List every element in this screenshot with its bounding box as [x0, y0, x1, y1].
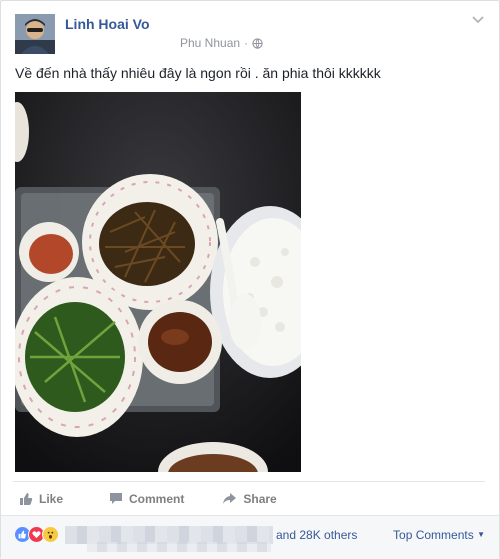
reactions-bar: and 28K others Top Comments ▼ — [1, 515, 499, 559]
post-photo[interactable] — [15, 92, 301, 472]
thumbs-up-icon — [20, 492, 33, 505]
chevron-down-icon[interactable] — [471, 15, 485, 25]
top-comments-label: Top Comments — [393, 528, 474, 542]
post-card: Linh Hoai Vo Phu Nhuan · Về đến nhà thấy… — [0, 0, 500, 559]
reaction-icons[interactable] — [14, 526, 59, 543]
comment-button[interactable]: Comment — [105, 482, 188, 516]
author-name[interactable]: Linh Hoai Vo — [65, 16, 150, 32]
like-button[interactable]: Like — [15, 482, 67, 516]
top-comments-dropdown[interactable]: Top Comments ▼ — [393, 528, 485, 542]
share-label: Share — [243, 491, 277, 506]
post-meta: Phu Nhuan · — [180, 36, 263, 50]
caret-down-icon: ▼ — [477, 530, 485, 539]
post-text: Về đến nhà thấy nhiêu đây là ngon rồi . … — [15, 65, 381, 81]
like-label: Like — [39, 491, 64, 506]
location-link[interactable]: Phu Nhuan — [180, 36, 240, 50]
post-action-bar: Like Comment Share — [13, 481, 485, 515]
globe-icon — [252, 37, 263, 49]
wow-reaction-icon — [42, 526, 59, 543]
comment-label: Comment — [129, 491, 185, 506]
comment-icon — [110, 493, 123, 504]
redacted-names-secondary — [87, 542, 271, 552]
share-button[interactable]: Share — [218, 482, 280, 516]
reaction-summary[interactable]: and 28K others — [276, 528, 357, 542]
author-avatar[interactable] — [15, 14, 55, 54]
share-icon — [223, 493, 237, 504]
